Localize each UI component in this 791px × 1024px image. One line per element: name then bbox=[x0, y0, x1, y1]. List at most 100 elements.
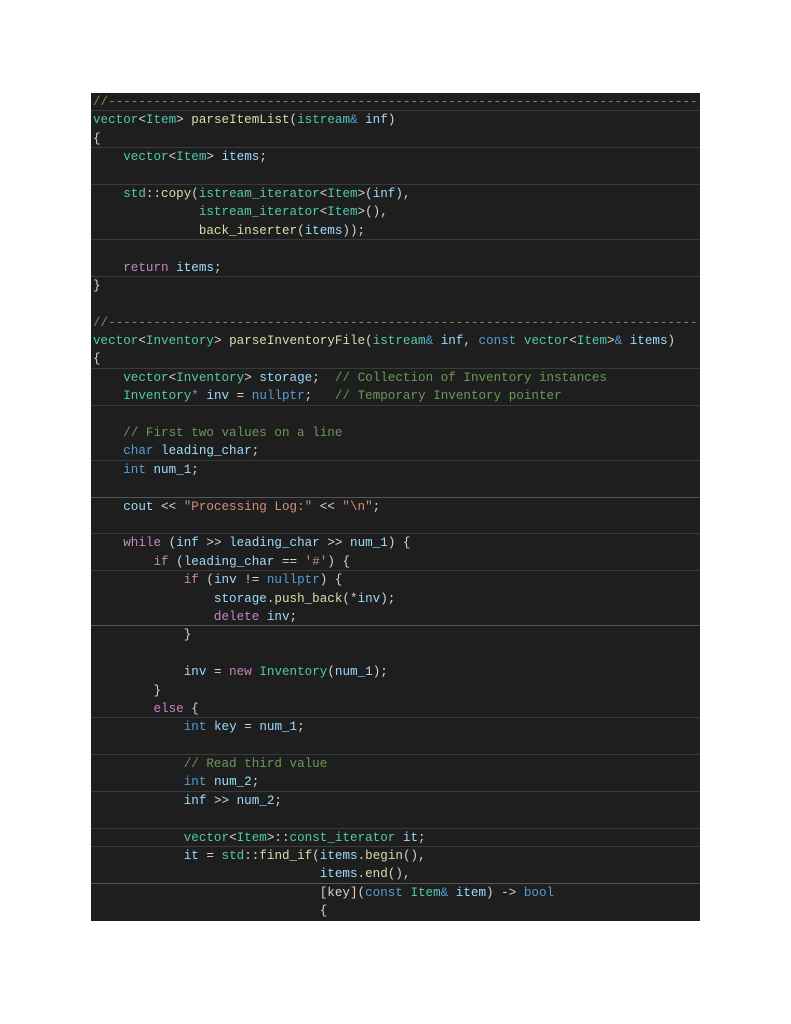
code-token-plain: ; bbox=[259, 150, 267, 165]
code-line: vector<Inventory> parseInventoryFile(ist… bbox=[91, 332, 700, 350]
code-token-op: > bbox=[357, 186, 366, 201]
code-token-plain: )); bbox=[342, 223, 366, 238]
code-token-var: storage bbox=[259, 370, 313, 385]
code-token-plain: [key]( bbox=[93, 885, 366, 900]
code-token-op: > bbox=[607, 334, 615, 349]
code-token-kw: int bbox=[123, 462, 146, 477]
code-token-plain: { bbox=[93, 904, 328, 919]
code-token-plain: ; bbox=[274, 793, 282, 808]
code-token-op: < bbox=[569, 334, 577, 349]
code-token-plain: ( bbox=[365, 334, 373, 349]
code-token-plain: ; bbox=[251, 444, 260, 459]
code-token-plain: ( bbox=[365, 186, 373, 201]
code-line: int num_2; bbox=[91, 773, 700, 792]
code-token-plain: != bbox=[236, 573, 267, 588]
code-line: istream_iterator<Item>(), bbox=[91, 203, 700, 221]
code-token-plain: ; bbox=[191, 462, 199, 477]
code-token-var: inv bbox=[357, 591, 381, 606]
code-token-plain: ) bbox=[387, 113, 396, 128]
code-token-plain: ( bbox=[297, 223, 305, 238]
code-token-type: const_iterator bbox=[289, 830, 396, 845]
code-line: //--------------------------------------… bbox=[91, 314, 700, 332]
code-token-type: istream_iterator bbox=[198, 205, 320, 220]
code-token-kw: nullptr bbox=[266, 573, 320, 588]
code-token-op: > bbox=[176, 113, 192, 128]
code-token-plain: << bbox=[312, 499, 343, 514]
code-token-ctrl: new bbox=[229, 665, 252, 680]
code-token-plain: ; bbox=[251, 775, 260, 790]
code-token-var: inv bbox=[213, 573, 237, 588]
code-line: } bbox=[91, 626, 700, 644]
code-token-plain: :: bbox=[145, 186, 162, 201]
code-token-plain: ) { bbox=[319, 573, 343, 588]
code-token-func: find_if bbox=[259, 849, 313, 864]
code-token-op: > bbox=[213, 334, 230, 349]
code-token-kw: bool bbox=[523, 885, 555, 900]
code-token-plain: } bbox=[93, 683, 162, 698]
code-token-ctrl: if bbox=[183, 573, 199, 588]
code-token-type: vector bbox=[123, 370, 169, 385]
code-token-func: end bbox=[365, 867, 388, 882]
code-token-plain: ; bbox=[213, 260, 222, 275]
code-token-plain: ( bbox=[161, 536, 177, 551]
code-line: int num_1; bbox=[91, 461, 700, 479]
code-token-var: storage bbox=[213, 591, 267, 606]
code-token-plain: = bbox=[229, 389, 252, 404]
code-token-kw: & bbox=[350, 113, 358, 128]
code-token-func: parseInventoryFile bbox=[229, 334, 366, 349]
code-token-str: "Processing Log:" bbox=[183, 499, 313, 514]
code-token-op: < bbox=[138, 113, 146, 128]
code-token-func: begin bbox=[365, 849, 403, 864]
code-line: [key](const Item& item) -> bool bbox=[91, 884, 700, 902]
code-token-type: istream bbox=[372, 334, 426, 349]
code-token-ctrl: else bbox=[153, 701, 184, 716]
code-token-var: inf bbox=[440, 334, 464, 349]
code-token-plain: , bbox=[463, 334, 479, 349]
code-token-var: num_1 bbox=[350, 536, 388, 551]
code-token-plain: } bbox=[93, 628, 192, 643]
code-token-plain: (), bbox=[402, 849, 426, 864]
code-token-type: Inventory bbox=[123, 389, 192, 404]
code-line bbox=[91, 516, 700, 535]
code-token-var: leading_char bbox=[229, 536, 320, 551]
code-line: // Read third value bbox=[91, 755, 700, 773]
code-token-plain: ), bbox=[395, 186, 411, 201]
code-token-type: Item bbox=[576, 334, 608, 349]
code-token-plain: << bbox=[153, 499, 184, 514]
code-token-type: Inventory bbox=[145, 334, 214, 349]
code-token-var: leading_char bbox=[183, 554, 275, 569]
code-token-plain: ; bbox=[312, 370, 335, 385]
code-token-op: > bbox=[206, 150, 222, 165]
code-token-type: Item bbox=[236, 830, 267, 845]
code-token-var: items bbox=[176, 260, 214, 275]
code-token-type: Inventory bbox=[259, 665, 328, 680]
code-token-var: inv bbox=[266, 609, 290, 624]
code-token-func: parseItemList bbox=[191, 113, 290, 128]
code-token-kw: int bbox=[183, 720, 207, 735]
code-token-plain: { bbox=[93, 352, 101, 367]
code-token-ctrl: if bbox=[153, 554, 169, 569]
code-token-var: items bbox=[319, 849, 358, 864]
code-token-var: inv bbox=[183, 665, 207, 680]
code-token-var: key bbox=[213, 720, 237, 735]
code-token-plain: . bbox=[357, 867, 366, 882]
code-token-var: inv bbox=[206, 389, 230, 404]
code-line bbox=[91, 737, 700, 756]
code-token-plain: = bbox=[236, 720, 260, 735]
code-token-plain: ( bbox=[191, 186, 199, 201]
code-token-comment: // Read third value bbox=[183, 757, 328, 772]
code-token-kw: nullptr bbox=[251, 389, 305, 404]
